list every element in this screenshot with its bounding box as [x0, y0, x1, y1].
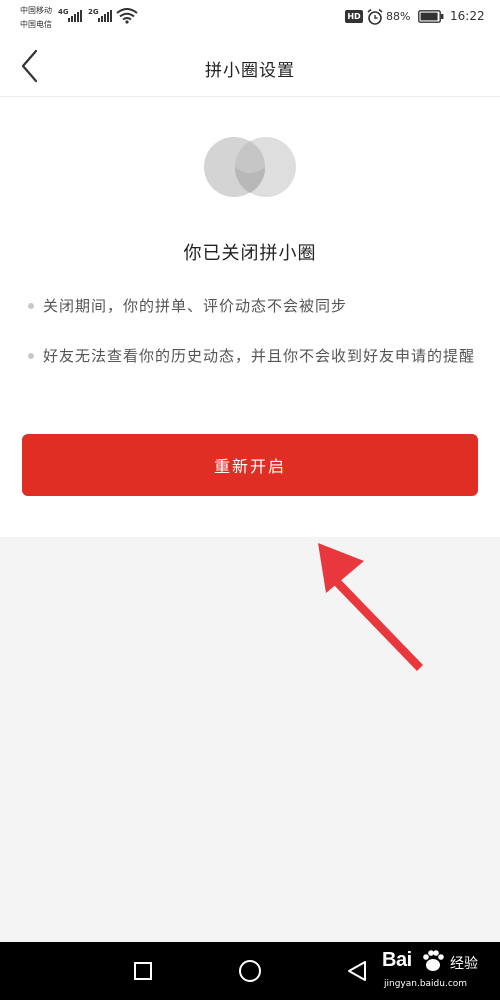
battery-icon: [418, 10, 444, 23]
recent-apps-icon: [134, 962, 152, 980]
carrier-2-label: 中国电信: [20, 20, 52, 29]
alarm-icon: [367, 8, 383, 25]
nav-bar: 拼小圈设置: [0, 36, 500, 97]
recent-apps-button[interactable]: [128, 956, 158, 986]
list-item: 关闭期间，你的拼单、评价动态不会被同步: [28, 290, 478, 322]
status-bar: 中国移动 中国电信 4G 2G HD 88% 16:22: [0, 0, 500, 36]
battery-percentage: 88%: [386, 10, 411, 23]
circles-logo-icon: [204, 137, 296, 197]
list-item: 好友无法查看你的历史动态，并且你不会收到好友申请的提醒: [28, 340, 478, 372]
paw-icon: [423, 950, 444, 971]
reopen-button[interactable]: 重新开启: [22, 434, 478, 496]
back-triangle-icon: [348, 961, 366, 981]
settings-card: 你已关闭拼小圈 关闭期间，你的拼单、评价动态不会被同步 好友无法查看你的历史动态…: [0, 97, 500, 537]
signal-icon: [68, 10, 82, 22]
status-title: 你已关闭拼小圈: [183, 243, 317, 264]
home-icon: [239, 960, 261, 982]
hd-badge: HD: [345, 10, 363, 23]
clock-time: 16:22: [450, 9, 485, 23]
bullet-text: 关闭期间，你的拼单、评价动态不会被同步: [43, 297, 348, 315]
watermark-jingyan: 经验: [450, 956, 478, 972]
watermark-logo: Bai: [382, 949, 412, 971]
carrier-1-label: 中国移动: [20, 6, 52, 15]
page-title: 拼小圈设置: [205, 61, 295, 81]
annotation-arrow-icon: [318, 543, 423, 671]
wifi-icon: [116, 8, 138, 24]
bullet-text: 好友无法查看你的历史动态，并且你不会收到好友申请的提醒: [43, 347, 476, 365]
watermark-url: jingyan.baidu.com: [384, 979, 468, 989]
baidu-watermark: Bai 经验 jingyan.baidu.com: [376, 945, 494, 995]
bullet-dot-icon: [28, 353, 34, 359]
home-button[interactable]: [235, 956, 265, 986]
bullet-dot-icon: [28, 303, 34, 309]
system-back-button[interactable]: [342, 956, 372, 986]
signal-2-icon: [98, 10, 112, 22]
